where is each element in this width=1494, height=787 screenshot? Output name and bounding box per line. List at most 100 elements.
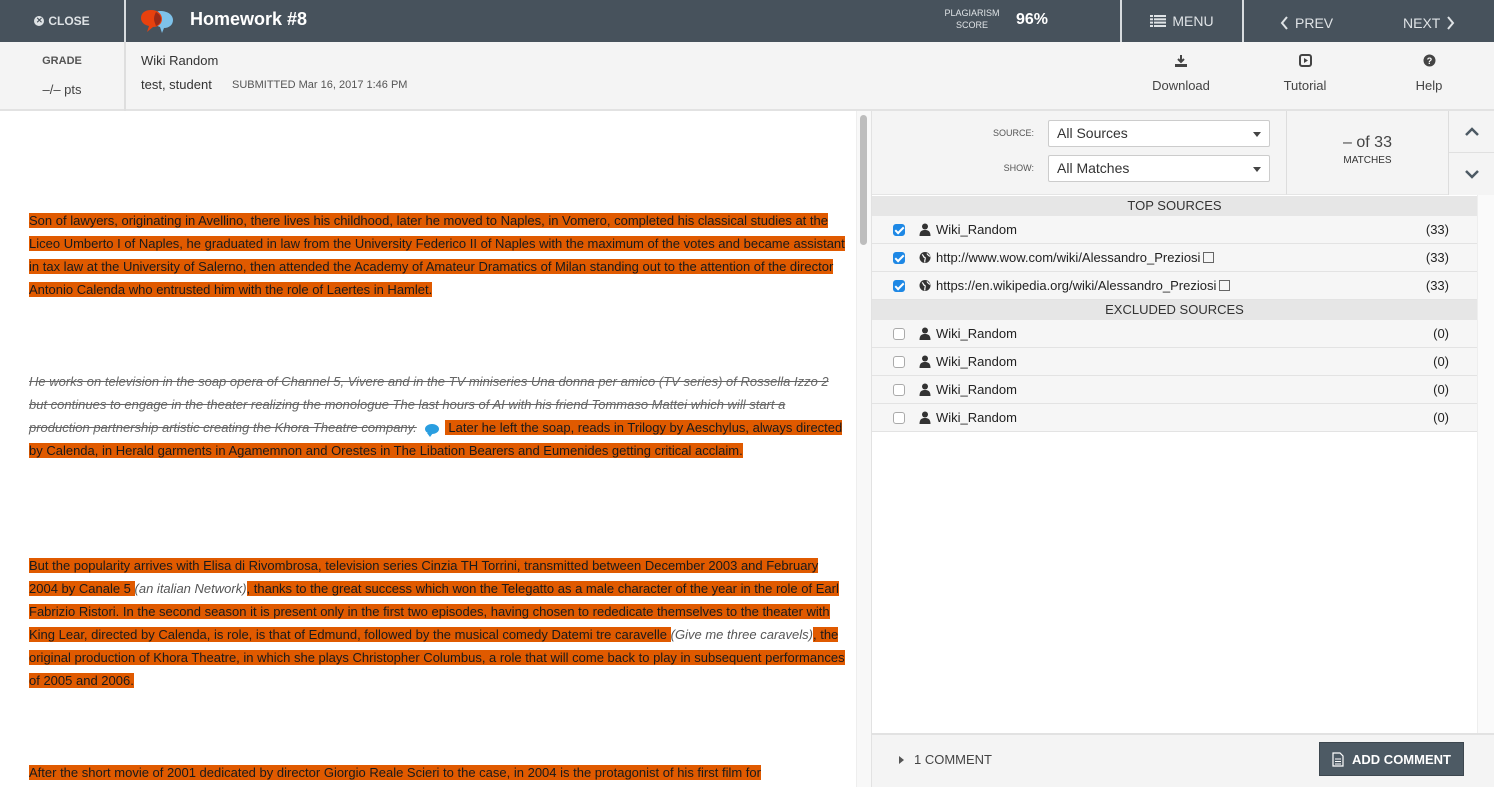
source-name[interactable]: https://en.wikipedia.org/wiki/Alessandro… (936, 278, 1231, 293)
user-icon (919, 383, 931, 396)
list-icon (1150, 15, 1167, 27)
close-circle-icon: ✕ (34, 16, 45, 26)
source-select[interactable]: All Sources (1048, 120, 1270, 147)
source-match-count: (0) (1433, 382, 1449, 397)
menu-label: MENU (1172, 13, 1214, 29)
play-box-icon (1265, 54, 1345, 70)
source-checkbox[interactable] (893, 224, 905, 236)
chevron-right-icon (1447, 15, 1455, 30)
previous-match-button[interactable] (1449, 111, 1494, 153)
chevron-left-icon (1280, 15, 1288, 30)
comment-bubble-icon[interactable] (424, 423, 439, 437)
plagiarism-label-line2: SCORE (955, 20, 988, 30)
svg-text:?: ? (1426, 56, 1432, 66)
close-button[interactable]: ✕ CLOSE (0, 0, 124, 42)
user-icon (919, 411, 931, 424)
source-match-count: (33) (1425, 222, 1449, 237)
prev-button[interactable]: PREV (1280, 0, 1333, 42)
source-row[interactable]: Wiki_Random (0) (872, 348, 1477, 376)
add-comment-label: ADD COMMENT (1352, 751, 1451, 767)
document-paragraph: Son of lawyers, originating in Avellino,… (29, 209, 845, 301)
source-row[interactable]: https://en.wikipedia.org/wiki/Alessandro… (872, 272, 1477, 300)
close-label: CLOSE (48, 14, 90, 28)
grade-label: GRADE (42, 55, 82, 67)
excluded-sources-header: EXCLUDED SOURCES (872, 300, 1477, 320)
match-counter: – of 33 MATCHES (1286, 111, 1448, 195)
source-checkbox[interactable] (893, 412, 905, 424)
grade-box[interactable]: GRADE –/– pts (0, 42, 124, 111)
tutorial-label: Tutorial (1283, 78, 1327, 93)
globe-icon (919, 252, 931, 263)
source-row[interactable]: Wiki_Random (0) (872, 376, 1477, 404)
comments-footer: 1 COMMENT ADD COMMENT (872, 733, 1494, 787)
document-viewer: Son of lawyers, originating in Avellino,… (0, 111, 856, 787)
divider (124, 0, 126, 42)
match-highlight[interactable]: Son of lawyers, originating in Avellino,… (29, 213, 845, 297)
download-button[interactable]: Download (1141, 54, 1221, 93)
chevron-down-icon (1465, 170, 1479, 179)
show-select-value: All Matches (1057, 160, 1130, 176)
comments-count-label: 1 COMMENT (914, 752, 992, 767)
help-label: Help (1415, 78, 1443, 93)
globe-icon (919, 280, 931, 291)
source-row[interactable]: Wiki_Random (33) (872, 216, 1477, 244)
add-comment-button[interactable]: ADD COMMENT (1319, 742, 1464, 776)
comments-toggle[interactable]: 1 COMMENT (899, 752, 992, 767)
assignment-title: Homework #8 (190, 9, 308, 29)
source-checkbox[interactable] (893, 356, 905, 368)
source-select-value: All Sources (1057, 125, 1128, 141)
external-link-icon[interactable] (1219, 280, 1231, 291)
divider (1242, 0, 1244, 42)
source-row[interactable]: Wiki_Random (0) (872, 320, 1477, 348)
next-match-button[interactable] (1449, 153, 1494, 195)
top-bar: ✕ CLOSE Homework #8 PLAGIARISM SCORE 96%… (0, 0, 1494, 42)
grade-value[interactable]: –/– pts (0, 82, 124, 97)
plagiarism-score-label: PLAGIARISM SCORE (936, 7, 1008, 31)
menu-button[interactable]: MENU (1122, 0, 1242, 42)
next-button[interactable]: NEXT (1403, 0, 1455, 42)
external-link-icon[interactable] (1203, 252, 1215, 263)
source-match-count: (0) (1433, 326, 1449, 341)
source-checkbox[interactable] (893, 280, 905, 292)
student-name: test, student (141, 77, 212, 92)
source-checkbox[interactable] (893, 384, 905, 396)
source-name[interactable]: http://www.wow.com/wiki/Alessandro_Prezi… (936, 250, 1215, 265)
sources-scrollbar[interactable] (1477, 195, 1494, 733)
source-row[interactable]: Wiki_Random (0) (872, 404, 1477, 432)
scrollbar-thumb[interactable] (860, 115, 867, 245)
document-paragraph: But the popularity arrives with Elisa di… (29, 554, 845, 692)
tutorial-button[interactable]: Tutorial (1265, 54, 1345, 93)
source-name[interactable]: Wiki_Random (936, 326, 1017, 341)
assignment-name: Wiki Random (141, 53, 219, 68)
document-paragraph: He works on television in the soap opera… (29, 370, 845, 462)
next-label: NEXT (1403, 14, 1441, 31)
help-button[interactable]: ? Help (1389, 54, 1469, 93)
plagiarism-score-value: 96% (1016, 11, 1049, 28)
source-checkbox[interactable] (893, 328, 905, 340)
source-filter-label: SOURCE: (992, 128, 1034, 138)
source-name[interactable]: Wiki_Random (936, 382, 1017, 397)
source-name[interactable]: Wiki_Random (936, 410, 1017, 425)
annotation-note: (Give me three caravels) (670, 627, 813, 642)
download-label: Download (1152, 78, 1210, 93)
source-checkbox[interactable] (893, 252, 905, 264)
source-match-count: (33) (1425, 278, 1449, 293)
source-name[interactable]: Wiki_Random (936, 354, 1017, 369)
caret-down-icon (1253, 167, 1261, 172)
plagiarism-label-line1: PLAGIARISM (944, 8, 1000, 18)
submission-header: GRADE –/– pts Wiki Random test, student … (0, 42, 1494, 111)
source-filters: SOURCE: All Sources SHOW: All Matches (872, 111, 1286, 195)
match-highlight[interactable]: After the short movie of 2001 dedicated … (29, 765, 761, 780)
matches-label: MATCHES (1343, 155, 1392, 166)
show-select[interactable]: All Matches (1048, 155, 1270, 182)
source-match-count: (0) (1433, 354, 1449, 369)
match-position: – of 33 (1343, 134, 1392, 151)
user-icon (919, 327, 931, 340)
prev-label: PREV (1295, 14, 1334, 31)
match-navigation (1448, 111, 1494, 195)
document-scrollbar[interactable] (856, 111, 871, 787)
source-name[interactable]: Wiki_Random (936, 222, 1017, 237)
sources-panel: SOURCE: All Sources SHOW: All Matches – … (871, 111, 1494, 787)
source-row[interactable]: http://www.wow.com/wiki/Alessandro_Prezi… (872, 244, 1477, 272)
submitted-timestamp: SUBMITTED Mar 16, 2017 1:46 PM (232, 79, 408, 91)
